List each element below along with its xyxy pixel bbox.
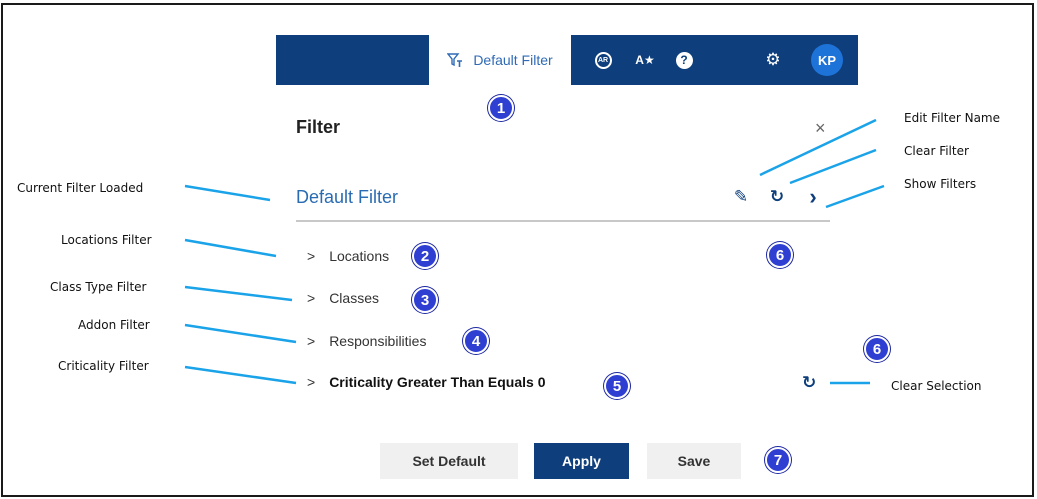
annotation-clear-filter: Clear Filter — [904, 144, 969, 158]
pointer-classes — [184, 285, 293, 302]
pointer-current-filter — [184, 184, 271, 202]
annotation-criticality-filter: Criticality Filter — [58, 359, 149, 373]
pointer-addon — [184, 323, 297, 344]
annotation-current-filter-loaded: Current Filter Loaded — [17, 181, 144, 195]
annotation-show-filters: Show Filters — [904, 177, 977, 191]
annotation-locations-filter: Locations Filter — [61, 233, 152, 247]
pointer-locations — [184, 238, 277, 258]
annotation-clear-selection: Clear Selection — [891, 379, 982, 393]
pointer-show-filters — [825, 184, 885, 209]
pointer-criticality — [184, 365, 297, 385]
annotation-lines — [184, 118, 885, 385]
pointer-edit-name — [759, 118, 877, 177]
annotation-class-type-filter: Class Type Filter — [50, 280, 147, 294]
annotation-addon-filter: Addon Filter — [78, 318, 150, 332]
annotation-edit-filter-name: Edit Filter Name — [904, 111, 1000, 125]
